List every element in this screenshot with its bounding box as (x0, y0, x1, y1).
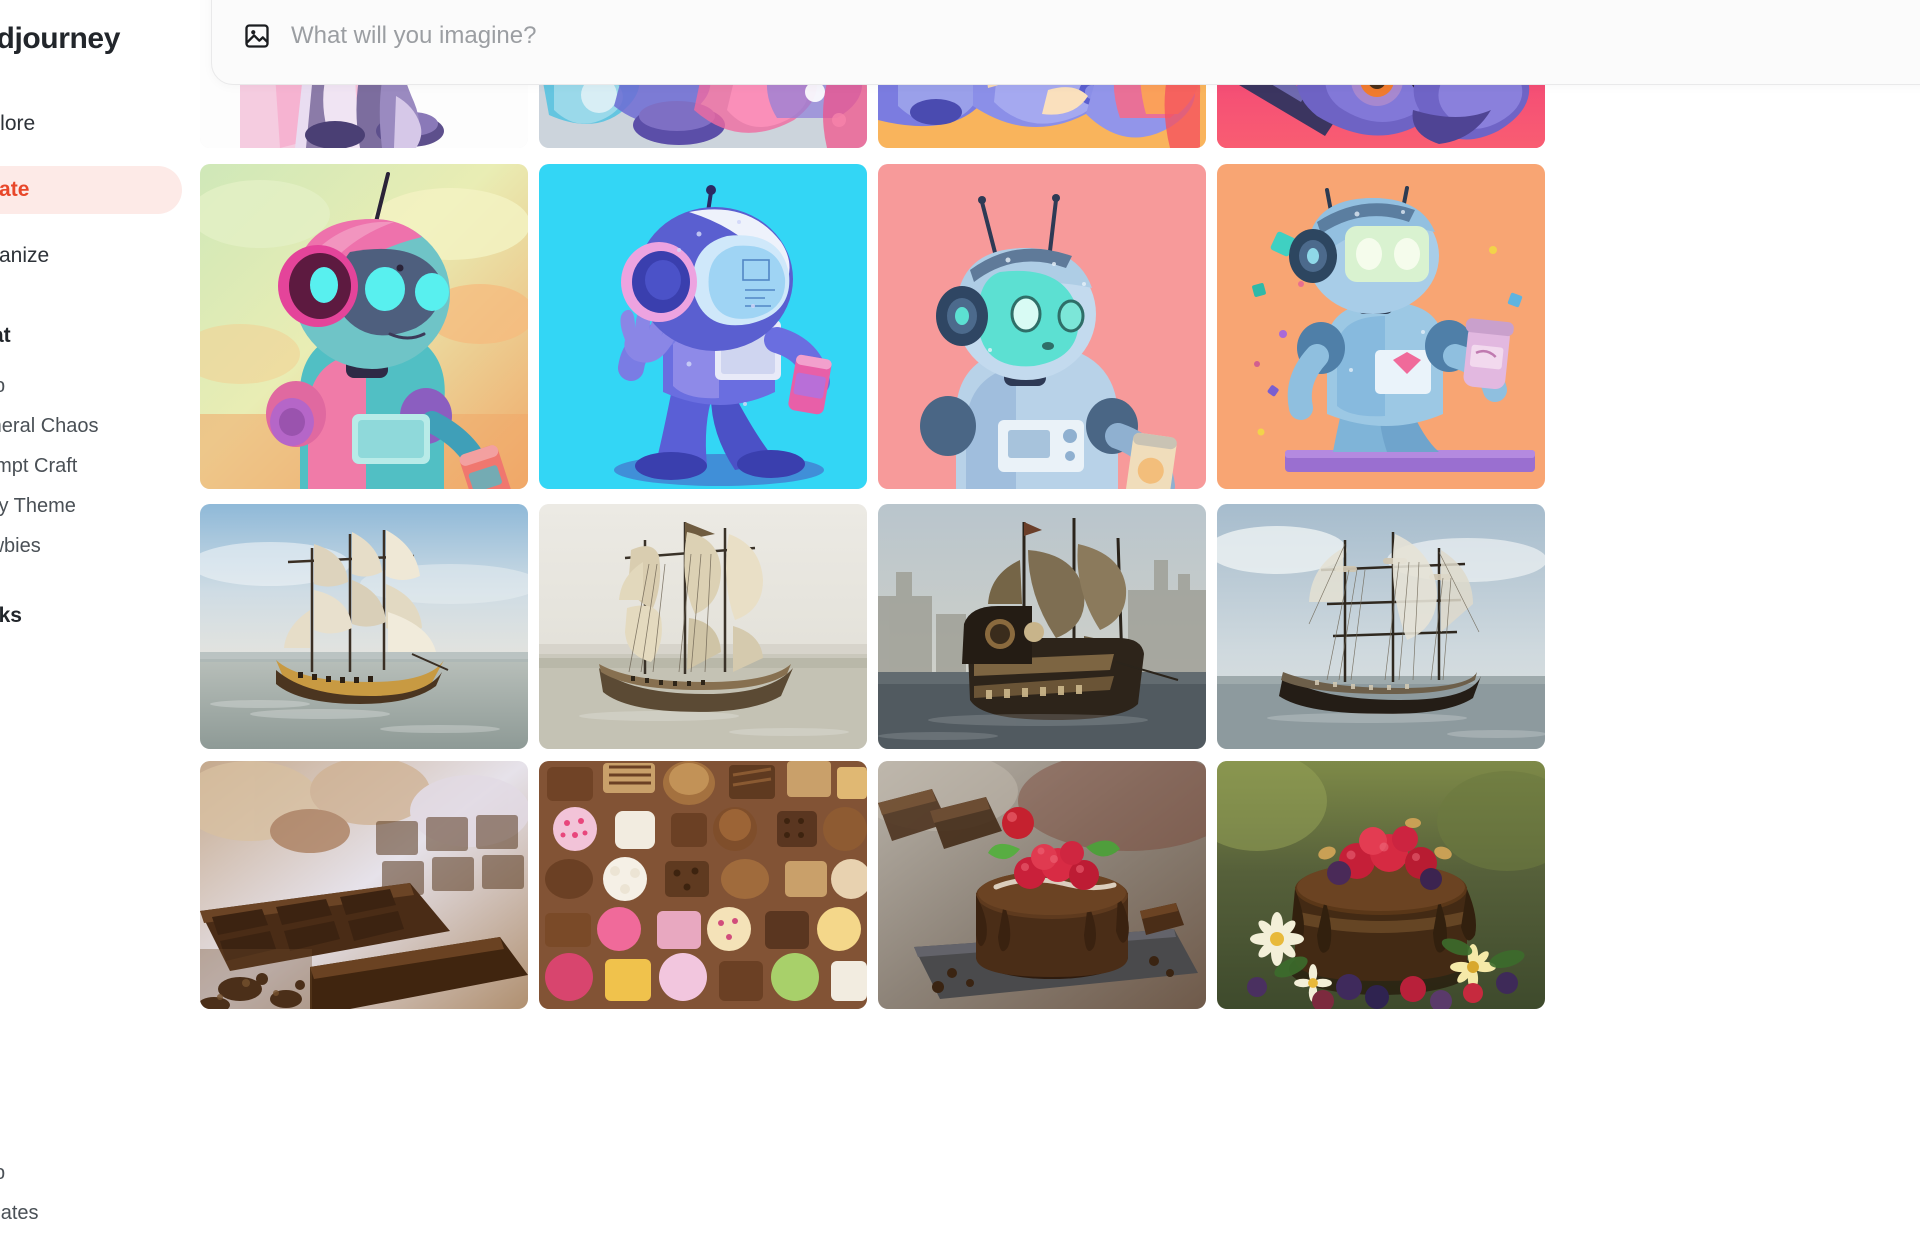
grid-row-tall-ships (200, 504, 1545, 749)
sidebar-item-create[interactable]: Create (0, 166, 182, 214)
sidebar-item-label: Create (0, 178, 30, 201)
sidebar-item-updates[interactable]: Updates (0, 1193, 182, 1233)
grid-item-robot-pink-teal-clouds[interactable] (200, 164, 528, 489)
grid-item-robot-blue-cyan-bg[interactable] (539, 164, 867, 489)
grid-item-robot-sitting-orange-bg[interactable] (1217, 164, 1545, 489)
grid-item-tall-ship-cloudy-sky[interactable] (1217, 504, 1545, 749)
grid-item-assorted-chocolates[interactable] (539, 761, 867, 1009)
sidebar-item-label: Updates (0, 1201, 39, 1224)
image-grid (200, 0, 1920, 1247)
grid-item-chocolate-cake-raspberry[interactable] (878, 761, 1206, 1009)
sidebar-item-label: Explore (0, 112, 36, 135)
sidebar-item-label: Daily Theme (0, 494, 76, 517)
sidebar-item-label: Newbies (0, 534, 41, 557)
sidebar-section-tasks[interactable]: Tasks (0, 592, 182, 640)
app-root: Midjourney Explore Create Organize Chat … (0, 0, 1920, 1247)
sidebar-item-prompt-craft[interactable]: Prompt Craft (0, 446, 182, 486)
grid-item-robot-teal-salmon-bg[interactable] (878, 164, 1206, 489)
sidebar-section-chat[interactable]: Chat (0, 312, 182, 360)
sidebar-item-explore[interactable]: Explore (0, 100, 182, 148)
sidebar-bottom-nav: Help Updates (0, 1153, 190, 1233)
sidebar-item-label: Help (0, 1162, 5, 1185)
grid-row-robots (200, 164, 1545, 489)
sidebar-item-label: Help (0, 375, 5, 398)
brand-title: Midjourney (0, 22, 121, 55)
prompt-search-bar[interactable] (211, 0, 1920, 85)
grid-row-chocolate (200, 761, 1545, 1009)
image-icon (243, 22, 271, 50)
sidebar-section-label: Chat (0, 324, 11, 347)
sidebar-item-chat-help[interactable]: Help (0, 366, 182, 406)
prompt-input[interactable] (291, 21, 1691, 50)
sidebar: Midjourney Explore Create Organize Chat … (0, 0, 190, 1247)
grid-item-tall-ship-misty[interactable] (539, 504, 867, 749)
grid-item-pirate-galleon-harbor[interactable] (878, 504, 1206, 749)
grid-item-chocolate-bar-closeup[interactable] (200, 761, 528, 1009)
sidebar-item-newbies[interactable]: Newbies (0, 526, 182, 566)
grid-item-tall-ship-calm-sea[interactable] (200, 504, 528, 749)
sidebar-item-help[interactable]: Help (0, 1153, 182, 1193)
sidebar-item-organize[interactable]: Organize (0, 232, 182, 280)
grid-item-chocolate-cake-berries[interactable] (1217, 761, 1545, 1009)
sidebar-item-label: Organize (0, 244, 50, 267)
sidebar-primary-nav: Explore Create Organize Chat Help Genera… (0, 100, 190, 646)
sidebar-item-general-chaos[interactable]: General Chaos (0, 406, 182, 446)
sidebar-item-daily-theme[interactable]: Daily Theme (0, 486, 182, 526)
sidebar-item-label: General Chaos (0, 414, 99, 437)
sidebar-item-label: Prompt Craft (0, 454, 78, 477)
sidebar-section-label: Tasks (0, 604, 22, 627)
